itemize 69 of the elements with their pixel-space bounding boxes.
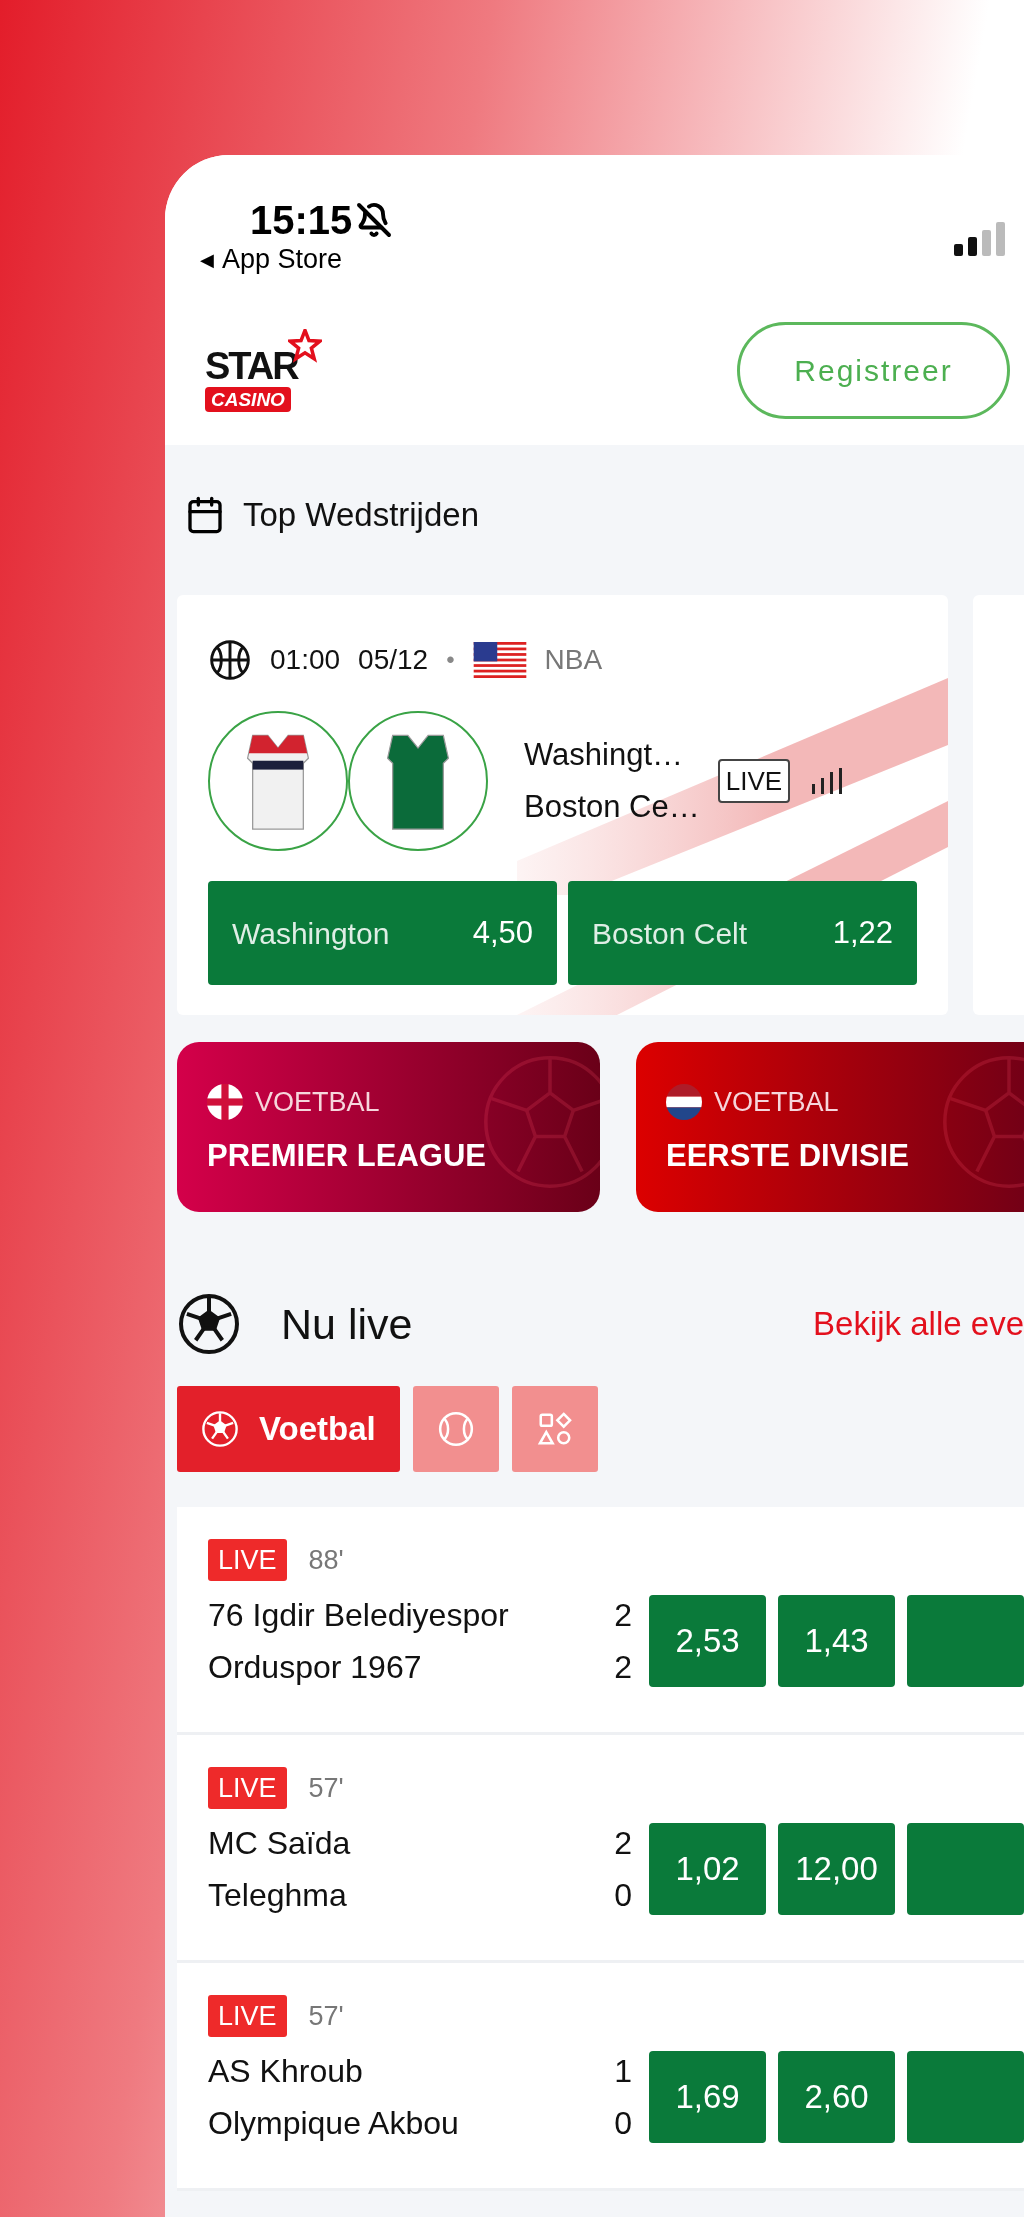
match-minute: 57' bbox=[308, 1771, 344, 1805]
sport-filter-tab[interactable] bbox=[511, 1386, 598, 1472]
odds-button[interactable]: 2,53 bbox=[649, 1595, 766, 1687]
odds-value: 4,50 bbox=[472, 913, 533, 952]
team-label: Washington bbox=[232, 915, 390, 952]
match-minute: 57' bbox=[308, 1999, 344, 2033]
league-banner[interactable]: VOETBAL PREMIER LEAGUE bbox=[177, 1042, 600, 1212]
flag-icon bbox=[207, 1084, 243, 1121]
score: 1 bbox=[614, 2052, 633, 2091]
sport-filter-tab[interactable] bbox=[412, 1386, 499, 1472]
live-badge: LIVE bbox=[208, 1539, 287, 1581]
back-arrow[interactable]: ◀ bbox=[200, 250, 214, 269]
score: 2 bbox=[614, 1596, 633, 1635]
logo[interactable]: STAR CASINO bbox=[205, 328, 322, 412]
odds-button[interactable]: Washington 4,50 bbox=[208, 881, 557, 985]
section-title: Nu live bbox=[281, 1298, 413, 1350]
view-all-link[interactable]: Bekijk alle eve bbox=[813, 1299, 1024, 1349]
flag-icon bbox=[472, 642, 527, 678]
league-name: NBA bbox=[544, 643, 603, 677]
live-badge: LIVE bbox=[208, 1767, 287, 1809]
odds-button[interactable]: Boston Celt 1,22 bbox=[568, 881, 917, 985]
bell-off-icon bbox=[356, 202, 393, 238]
odds-button[interactable] bbox=[907, 1823, 1024, 1915]
team-label: Boston Celt bbox=[592, 915, 748, 952]
flag-icon bbox=[666, 1084, 702, 1121]
score: 2 bbox=[614, 1824, 633, 1863]
team-name: Olympique Akbou bbox=[208, 2104, 460, 2143]
league-banner[interactable]: VOETBAL EERSTE DIVISIE bbox=[636, 1042, 1024, 1212]
section-title: Top Wedstrijden bbox=[243, 495, 479, 536]
team-name: 76 Igdir Belediyespor bbox=[208, 1596, 510, 1635]
sport-label: VOETBAL bbox=[255, 1086, 380, 1119]
stats-bars-icon bbox=[812, 768, 843, 794]
team-name: Boston Ce… bbox=[524, 788, 700, 826]
match-minute: 88' bbox=[308, 1543, 344, 1577]
odds-button[interactable]: 1,69 bbox=[649, 2051, 766, 2143]
calendar-icon bbox=[185, 495, 225, 535]
soccer-ball-icon bbox=[177, 1292, 241, 1356]
register-button[interactable]: Registreer bbox=[737, 321, 1010, 419]
match-time: 01:00 bbox=[270, 643, 341, 677]
match-date: 05/12 bbox=[358, 643, 429, 677]
sport-label: VOETBAL bbox=[714, 1086, 839, 1119]
shapes-icon bbox=[535, 1410, 574, 1448]
odds-value: 1,22 bbox=[832, 913, 893, 952]
match-card[interactable]: 01:00 05/12 • NBA Washingt… Boston Ce… LIVE Washington 4,50 Boston Celt 1,22 bbox=[177, 595, 948, 1015]
soccer-ball-icon bbox=[201, 1410, 239, 1448]
score: 0 bbox=[614, 2104, 633, 2143]
back-link[interactable]: App Store bbox=[222, 246, 343, 273]
team-name: Orduspor 1967 bbox=[208, 1648, 423, 1687]
team-name: AS Khroub bbox=[208, 2052, 364, 2091]
live-badge: LIVE bbox=[717, 759, 791, 803]
score: 2 bbox=[614, 1648, 633, 1687]
odds-button[interactable]: 1,43 bbox=[778, 1595, 895, 1687]
team-name: MC Saïda bbox=[208, 1824, 352, 1863]
odds-button[interactable]: 12,00 bbox=[778, 1823, 895, 1915]
sport-filter-tab[interactable]: Voetbal bbox=[177, 1386, 400, 1472]
tennis-ball-icon bbox=[436, 1410, 475, 1448]
odds-button[interactable]: 1,02 bbox=[649, 1823, 766, 1915]
live-badge: LIVE bbox=[208, 1995, 287, 2037]
odds-button[interactable] bbox=[907, 1595, 1024, 1687]
separator-dot: • bbox=[446, 645, 455, 675]
basketball-icon bbox=[208, 638, 252, 682]
league-title: PREMIER LEAGUE bbox=[207, 1136, 488, 1175]
team-name: Washingt… bbox=[524, 736, 685, 774]
team-name: Teleghma bbox=[208, 1876, 348, 1915]
odds-button[interactable]: 2,60 bbox=[778, 2051, 895, 2143]
clock-time: 15:15 bbox=[250, 200, 353, 240]
league-title: EERSTE DIVISIE bbox=[666, 1136, 910, 1175]
odds-button[interactable] bbox=[907, 2051, 1024, 2143]
score: 0 bbox=[614, 1876, 633, 1915]
